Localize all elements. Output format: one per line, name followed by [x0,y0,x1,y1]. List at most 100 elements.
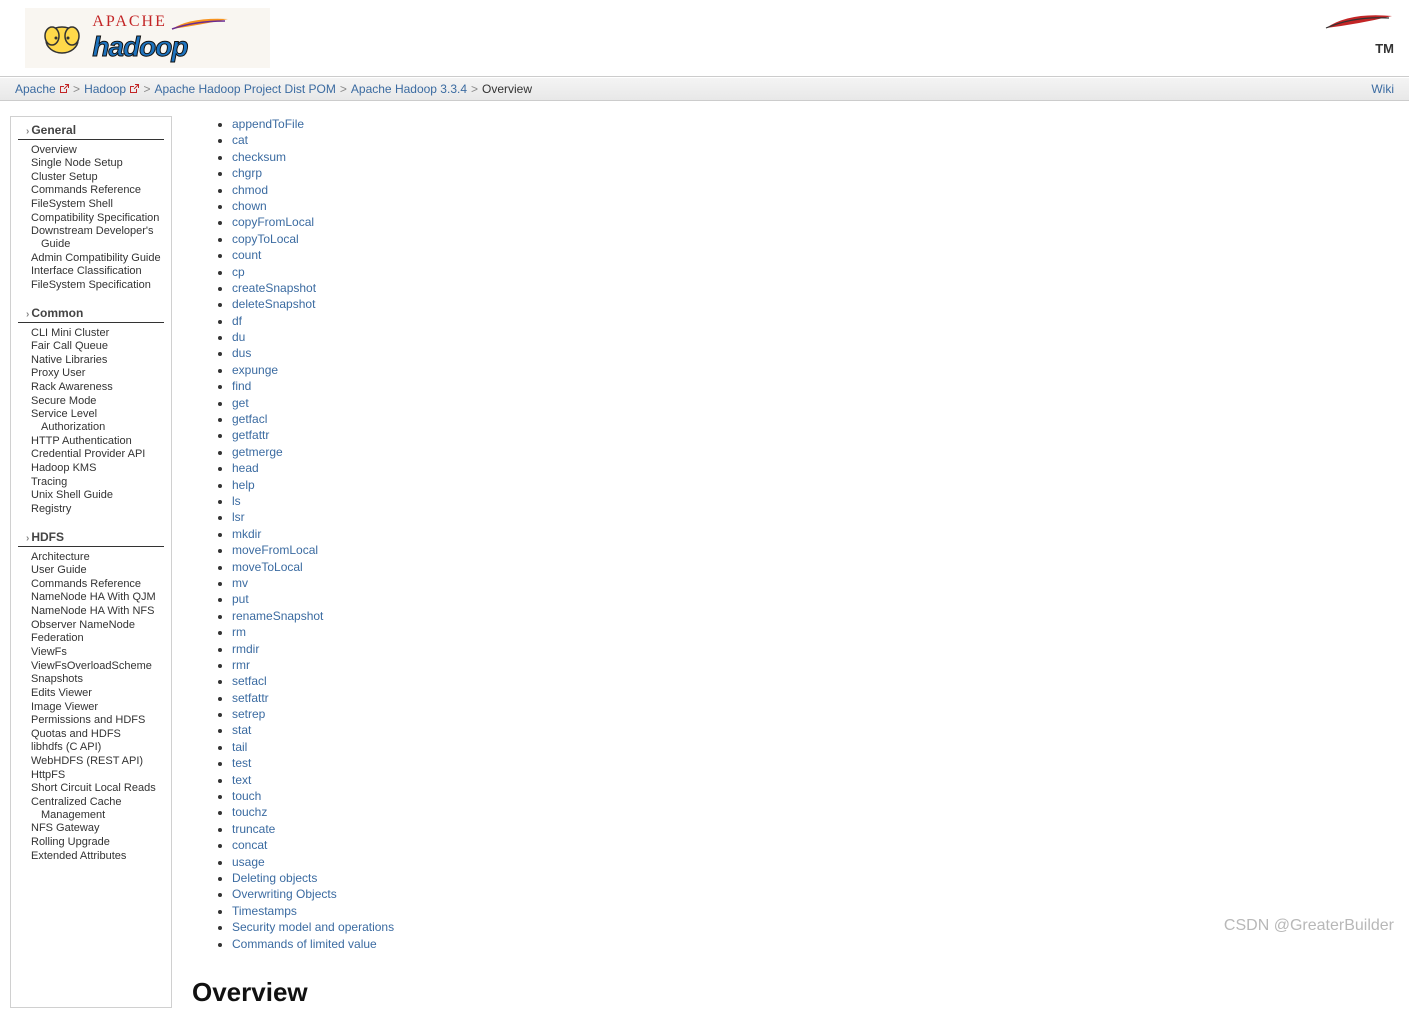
command-link[interactable]: chown [232,199,267,213]
sidebar-link[interactable]: Short Circuit Local Reads [31,782,156,794]
command-link[interactable]: get [232,396,249,410]
command-link[interactable]: dus [232,346,251,360]
sidebar-link[interactable]: Overview [31,144,77,156]
command-link[interactable]: setfacl [232,674,267,688]
command-link[interactable]: Security model and operations [232,920,394,934]
sidebar-link[interactable]: HTTP Authentication [31,435,132,447]
sidebar-link[interactable]: HttpFS [31,769,65,781]
command-link[interactable]: rmdir [232,642,259,656]
sidebar-link[interactable]: Rolling Upgrade [31,836,110,848]
sidebar-link[interactable]: Quotas and HDFS [31,728,121,740]
sidebar-link[interactable]: Commands Reference [31,184,141,196]
sidebar-link[interactable]: Centralized Cache Management [31,796,122,821]
sidebar-link[interactable]: WebHDFS (REST API) [31,755,143,767]
command-link[interactable]: Deleting objects [232,871,317,885]
sidebar-link[interactable]: Native Libraries [31,354,107,366]
command-link[interactable]: Overwriting Objects [232,887,337,901]
command-link[interactable]: truncate [232,822,275,836]
command-link[interactable]: help [232,478,255,492]
command-link[interactable]: createSnapshot [232,281,316,295]
command-link[interactable]: Timestamps [232,904,297,918]
sidebar-link[interactable]: Proxy User [31,367,85,379]
sidebar-link[interactable]: FileSystem Shell [31,198,113,210]
command-link[interactable]: rm [232,625,246,639]
command-link[interactable]: getfattr [232,428,269,442]
command-link[interactable]: df [232,314,242,328]
command-link[interactable]: put [232,592,249,606]
sidebar-link[interactable]: Fair Call Queue [31,340,108,352]
breadcrumb-link[interactable]: Apache [15,82,56,96]
sidebar-link[interactable]: Registry [31,503,71,515]
sidebar-link[interactable]: CLI Mini Cluster [31,327,109,339]
command-link[interactable]: Commands of limited value [232,937,377,951]
command-link[interactable]: mv [232,576,248,590]
sidebar-link[interactable]: NameNode HA With NFS [31,605,154,617]
sidebar-link[interactable]: NameNode HA With QJM [31,591,156,603]
sidebar-link[interactable]: Cluster Setup [31,171,98,183]
command-link[interactable]: expunge [232,363,278,377]
command-link[interactable]: text [232,773,251,787]
sidebar-link[interactable]: Secure Mode [31,395,96,407]
sidebar-link[interactable]: ViewFs [31,646,67,658]
command-link[interactable]: moveToLocal [232,560,303,574]
command-link[interactable]: getmerge [232,445,283,459]
sidebar-link[interactable]: Compatibility Specification [31,212,159,224]
sidebar-link[interactable]: Credential Provider API [31,448,145,460]
command-link[interactable]: checksum [232,150,286,164]
sidebar-link[interactable]: Unix Shell Guide [31,489,113,501]
sidebar-link[interactable]: User Guide [31,564,87,576]
sidebar-link[interactable]: FileSystem Specification [31,279,151,291]
breadcrumb-link[interactable]: Apache Hadoop 3.3.4 [351,82,467,96]
command-link[interactable]: moveFromLocal [232,543,318,557]
sidebar-link[interactable]: Rack Awareness [31,381,113,393]
command-link[interactable]: test [232,756,251,770]
sidebar-link[interactable]: Admin Compatibility Guide [31,252,161,264]
command-link[interactable]: renameSnapshot [232,609,323,623]
logo[interactable]: APACHE hadoop [25,8,270,68]
sidebar-link[interactable]: libhdfs (C API) [31,741,101,753]
command-link[interactable]: getfacl [232,412,267,426]
command-link[interactable]: deleteSnapshot [232,297,315,311]
sidebar-link[interactable]: Edits Viewer [31,687,92,699]
sidebar-link[interactable]: Observer NameNode [31,619,135,631]
sidebar-link[interactable]: Snapshots [31,673,83,685]
command-link[interactable]: appendToFile [232,117,304,131]
command-link[interactable]: copyFromLocal [232,215,314,229]
sidebar-link[interactable]: Interface Classification [31,265,142,277]
command-link[interactable]: cat [232,133,248,147]
command-link[interactable]: touchz [232,805,267,819]
sidebar-link[interactable]: Single Node Setup [31,157,123,169]
breadcrumb-link[interactable]: Apache Hadoop Project Dist POM [154,82,335,96]
command-link[interactable]: head [232,461,259,475]
sidebar-link[interactable]: Service Level Authorization [31,408,105,433]
breadcrumb-link[interactable]: Hadoop [84,82,126,96]
command-link[interactable]: ls [232,494,241,508]
command-link[interactable]: find [232,379,251,393]
command-link[interactable]: count [232,248,261,262]
sidebar-link[interactable]: Image Viewer [31,701,98,713]
sidebar-link[interactable]: Extended Attributes [31,850,126,862]
command-link[interactable]: cp [232,265,245,279]
command-link[interactable]: concat [232,838,267,852]
command-link[interactable]: tail [232,740,247,754]
command-link[interactable]: setrep [232,707,265,721]
sidebar-link[interactable]: Tracing [31,476,67,488]
wiki-link[interactable]: Wiki [1371,82,1394,96]
command-link[interactable]: stat [232,723,251,737]
command-link[interactable]: chmod [232,183,268,197]
sidebar-link[interactable]: Commands Reference [31,578,141,590]
sidebar-link[interactable]: Hadoop KMS [31,462,96,474]
sidebar-link[interactable]: ViewFsOverloadScheme [31,660,152,672]
command-link[interactable]: mkdir [232,527,261,541]
command-link[interactable]: chgrp [232,166,262,180]
command-link[interactable]: touch [232,789,261,803]
sidebar-link[interactable]: Downstream Developer's Guide [31,225,154,250]
command-link[interactable]: copyToLocal [232,232,299,246]
sidebar-link[interactable]: Federation [31,632,84,644]
sidebar-link[interactable]: NFS Gateway [31,822,99,834]
command-link[interactable]: du [232,330,245,344]
command-link[interactable]: usage [232,855,265,869]
command-link[interactable]: lsr [232,510,245,524]
command-link[interactable]: rmr [232,658,250,672]
command-link[interactable]: setfattr [232,691,269,705]
